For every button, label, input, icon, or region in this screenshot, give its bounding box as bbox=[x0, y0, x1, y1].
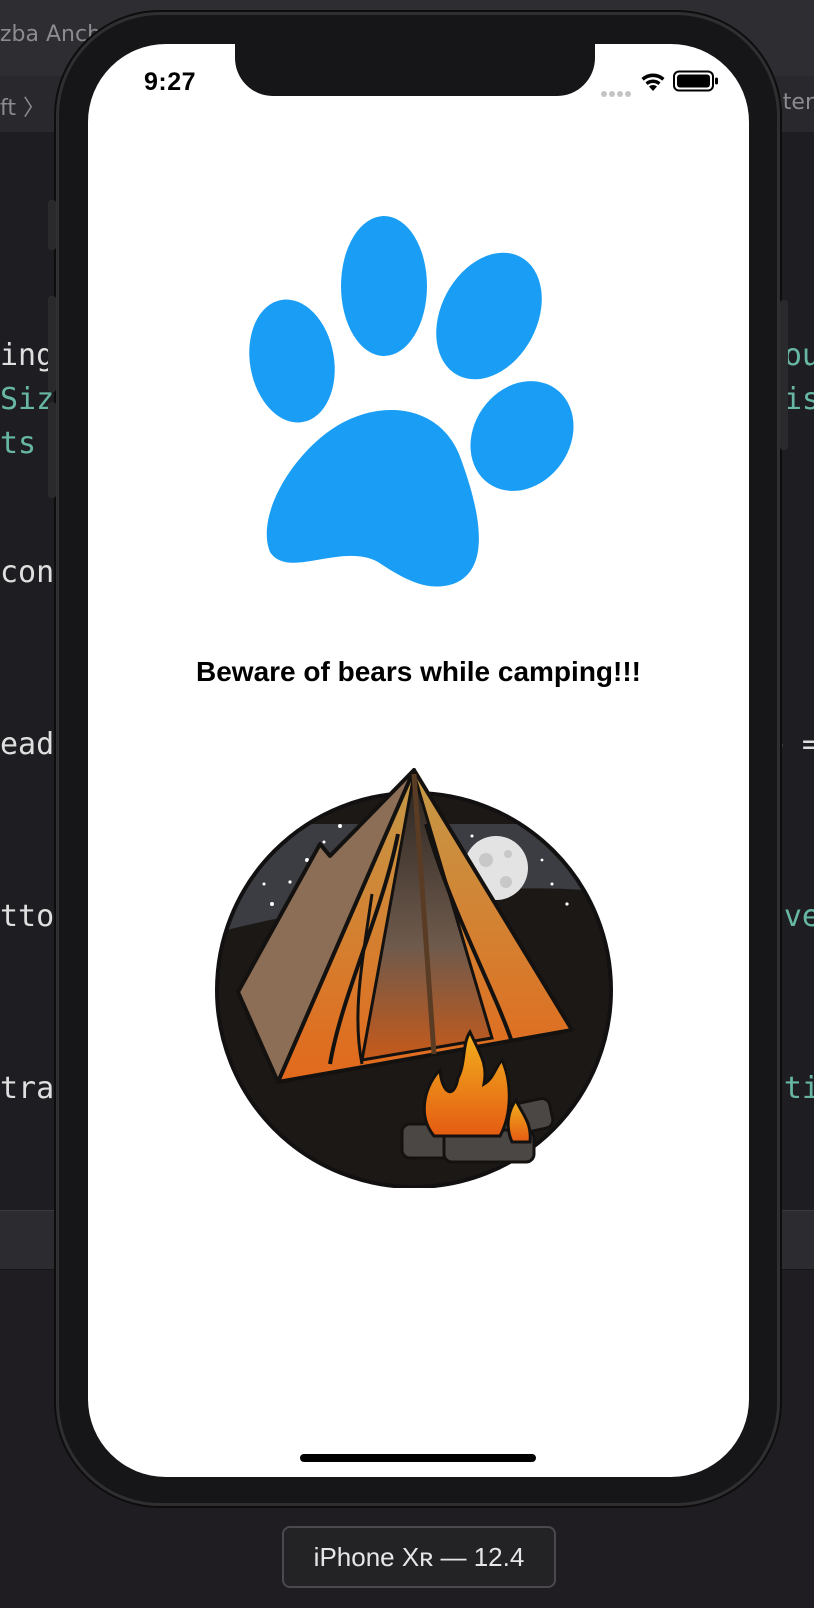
volume-down-button bbox=[48, 402, 56, 498]
status-bar-icons bbox=[601, 70, 721, 97]
status-bar-time: 9:27 bbox=[144, 68, 197, 96]
code-line[interactable]: ts bbox=[0, 429, 36, 459]
home-indicator[interactable] bbox=[300, 1454, 536, 1462]
wifi-icon bbox=[641, 73, 665, 91]
code-line[interactable]: ve bbox=[784, 902, 814, 932]
chevron-right-icon: 〉 bbox=[22, 96, 45, 121]
paw-print-icon bbox=[249, 216, 574, 587]
bear-warning-label: Beware of bears while camping!!! bbox=[196, 656, 641, 687]
battery-icon bbox=[673, 70, 718, 92]
code-line[interactable]: ing bbox=[0, 341, 54, 371]
code-line[interactable]: tra bbox=[0, 1074, 54, 1104]
side-power-button bbox=[780, 300, 788, 450]
device-notch bbox=[235, 44, 595, 96]
jump-bar-segment[interactable]: ft bbox=[0, 96, 16, 121]
volume-up-button bbox=[48, 296, 56, 392]
camping-tent-illustration bbox=[215, 768, 613, 1188]
code-line[interactable]: Siz bbox=[0, 385, 54, 415]
device-name-label: iPhone Xʀ — 12.4 bbox=[282, 1526, 556, 1588]
code-line[interactable]: ou bbox=[784, 341, 814, 371]
code-line[interactable]: con bbox=[0, 558, 54, 588]
cellular-signal-icon bbox=[601, 84, 633, 102]
code-line[interactable]: is bbox=[784, 385, 814, 415]
code-line[interactable]: ead bbox=[0, 730, 54, 760]
device-screen[interactable]: 9:27 Beware of bears while camping!!! bbox=[88, 44, 749, 1477]
mute-switch bbox=[48, 200, 56, 250]
